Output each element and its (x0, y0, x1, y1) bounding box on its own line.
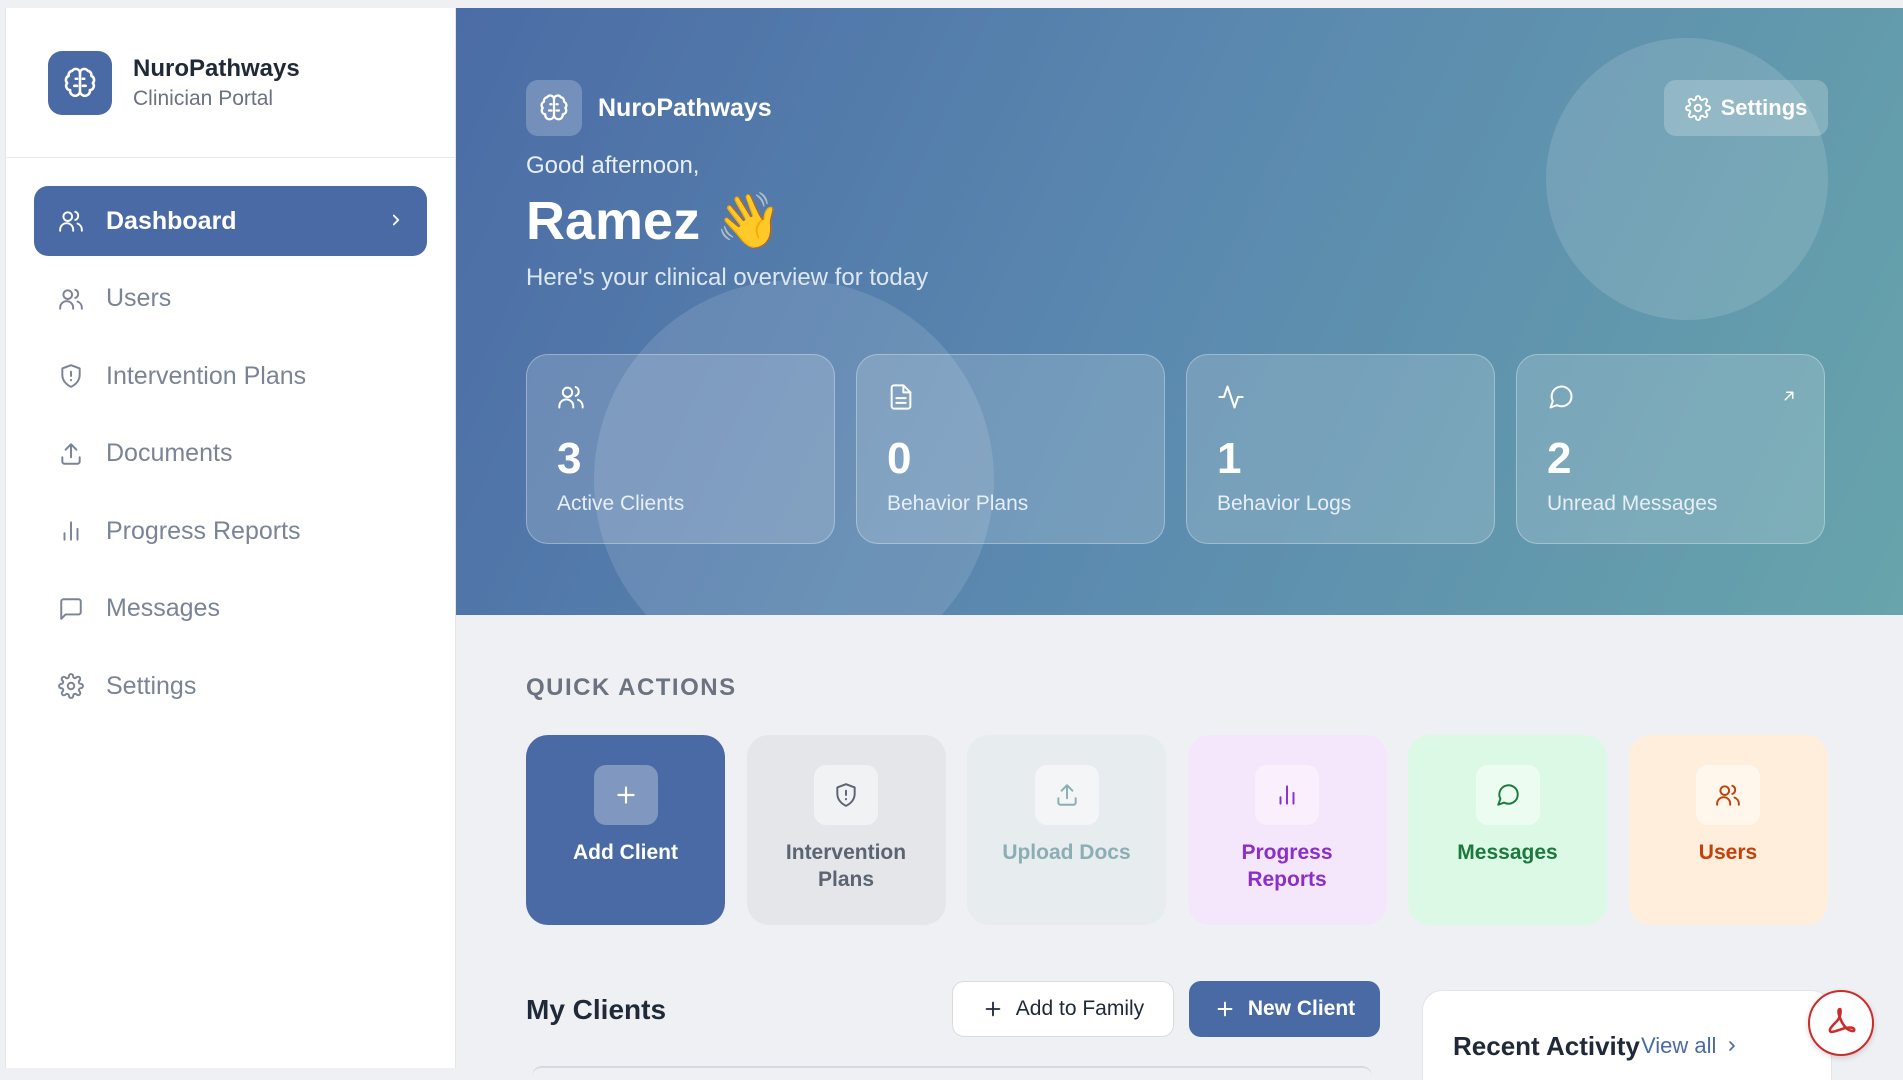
clients-card (532, 1066, 1372, 1080)
arrow-up-right-icon (1780, 387, 1798, 410)
shield-icon (814, 765, 878, 825)
my-clients-title: My Clients (526, 994, 667, 1025)
sidebar-item-label: Documents (106, 439, 233, 467)
stat-label: Behavior Logs (1217, 492, 1352, 515)
stat-card-behavior-plans[interactable]: 0 Behavior Plans (856, 354, 1165, 544)
plus-icon (985, 1001, 1001, 1017)
recent-activity-title: Recent Activity (1453, 1031, 1640, 1061)
stats-row: 3 Active Clients 0 Behavior Plans 1 Beha… (526, 354, 1825, 544)
stat-card-unread-messages[interactable]: 2 Unread Messages (1516, 354, 1825, 544)
quick-action-add-client[interactable]: Add Client (526, 735, 725, 925)
chevron-right-icon (1729, 1041, 1736, 1051)
sidebar-item-settings[interactable]: Settings (34, 651, 427, 721)
sidebar-item-label: Progress Reports (106, 516, 301, 545)
shield-icon (56, 361, 86, 391)
quick-action-label: Messages (1457, 841, 1558, 864)
quick-action-messages[interactable]: Messages (1408, 735, 1607, 925)
plus-icon (1217, 1001, 1233, 1017)
pdf-export-button[interactable] (1808, 990, 1874, 1056)
sidebar-item-documents[interactable]: Documents (34, 419, 427, 489)
quick-action-upload-docs[interactable]: Upload Docs (967, 735, 1166, 925)
stat-value: 0 (887, 434, 912, 483)
sidebar-item-users[interactable]: Users (34, 264, 427, 334)
users-icon (56, 284, 86, 314)
sidebar-item-label: Settings (106, 671, 197, 700)
sidebar-brand: NuroPathways Clinician Portal (6, 8, 455, 158)
stat-label: Behavior Plans (887, 492, 1029, 515)
sidebar-nav: Dashboard Users Intervention Plans Docum… (6, 158, 455, 721)
new-client-label: New Client (1247, 997, 1356, 1020)
quick-action-label: Add Client (573, 841, 678, 864)
activity-icon (1218, 385, 1244, 409)
stat-label: Active Clients (557, 492, 685, 515)
sidebar-item-label: Intervention Plans (106, 361, 307, 390)
stat-value: 3 (557, 434, 582, 483)
brain-icon (526, 80, 582, 136)
settings-button[interactable]: Settings (1664, 80, 1828, 136)
stat-card-behavior-logs[interactable]: 1 Behavior Logs (1186, 354, 1495, 544)
add-to-family-label: Add to Family (1015, 997, 1145, 1020)
users-icon (56, 206, 86, 236)
upload-icon (1034, 765, 1099, 825)
hero-brand-name: NuroPathways (598, 93, 772, 122)
view-all-label: View all (1641, 1033, 1717, 1058)
stat-value: 2 (1547, 434, 1572, 483)
sidebar: NuroPathways Clinician Portal Dashboard … (5, 8, 456, 1068)
greeting-text: Good afternoon, (526, 152, 700, 179)
sidebar-item-progress-reports[interactable]: Progress Reports (34, 496, 427, 566)
quick-action-label: Intervention Plans (785, 841, 907, 891)
main-content: NuroPathways Settings Good afternoon, Ra… (456, 8, 1903, 1080)
quick-action-label: Upload Docs (1002, 841, 1131, 864)
bar-chart-icon (56, 516, 86, 546)
add-to-family-button[interactable]: Add to Family (952, 981, 1174, 1037)
quick-action-progress-reports[interactable]: Progress Reports (1187, 735, 1387, 925)
stat-value: 1 (1217, 434, 1242, 483)
quick-actions-row: Add Client Intervention Plans Upload Doc… (526, 735, 1828, 925)
settings-button-label: Settings (1720, 95, 1808, 120)
stat-label: Unread Messages (1547, 492, 1718, 515)
bar-chart-icon (1255, 765, 1319, 825)
recent-activity-card: Recent Activity View all (1422, 990, 1832, 1080)
gear-icon (1684, 95, 1711, 121)
chevron-right-icon (387, 207, 405, 236)
overview-text: Here's your clinical overview for today (526, 264, 929, 291)
quick-action-label: Progress Reports (1241, 841, 1333, 891)
hero-brand: NuroPathways (526, 80, 772, 136)
users-icon (1696, 765, 1760, 825)
document-icon (890, 384, 912, 410)
sidebar-item-messages[interactable]: Messages (34, 574, 427, 644)
view-all-link[interactable]: View all (1641, 1033, 1740, 1059)
brand-subtitle: Clinician Portal (133, 86, 274, 110)
user-name-heading: Ramez 👋 (526, 191, 783, 251)
quick-action-users[interactable]: Users (1628, 735, 1828, 925)
sidebar-item-label: Messages (106, 594, 220, 622)
sidebar-item-dashboard[interactable]: Dashboard (34, 186, 427, 256)
message-circle-icon (1475, 765, 1540, 825)
new-client-button[interactable]: New Client (1189, 981, 1380, 1037)
stat-card-active-clients[interactable]: 3 Active Clients (526, 354, 835, 544)
pdf-icon (1828, 1007, 1856, 1034)
sidebar-item-intervention-plans[interactable]: Intervention Plans (34, 341, 427, 411)
sidebar-item-label: Users (106, 284, 172, 312)
sidebar-item-label: Dashboard (106, 206, 237, 235)
gear-icon (56, 671, 86, 701)
quick-action-intervention-plans[interactable]: Intervention Plans (746, 735, 946, 925)
hero-banner: NuroPathways Settings Good afternoon, Ra… (456, 8, 1903, 615)
message-square-icon (56, 594, 86, 624)
upload-icon (56, 439, 86, 469)
quick-action-label: Users (1698, 841, 1758, 864)
brand-name: NuroPathways (133, 54, 300, 82)
brain-icon (48, 50, 112, 115)
message-circle-icon (1549, 385, 1573, 409)
plus-icon (593, 765, 658, 825)
quick-actions-title: QUICK ACTIONS (526, 674, 737, 701)
users-icon (558, 386, 584, 409)
